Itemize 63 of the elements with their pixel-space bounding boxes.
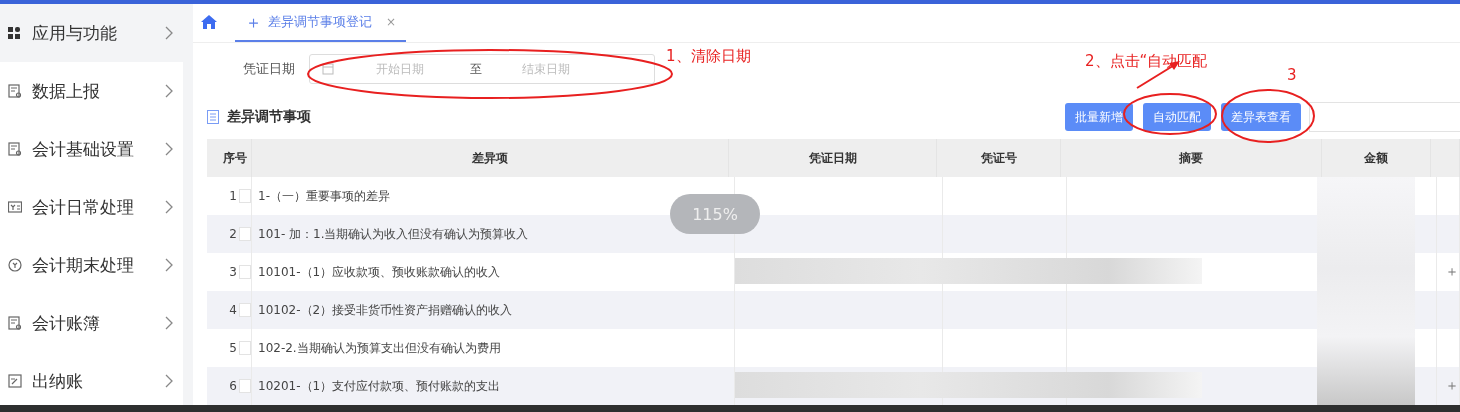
- sidebar-item[interactable]: 数据上报: [0, 62, 183, 120]
- sidebar-item[interactable]: 会计基础设置: [0, 120, 183, 178]
- row-number: 4: [229, 303, 237, 317]
- column-header: 凭证号: [937, 139, 1061, 177]
- chevron-right-icon: [165, 84, 173, 98]
- sidebar-label: 应用与功能: [32, 21, 118, 45]
- row-number: 3: [229, 265, 237, 279]
- field-label: 凭证日期: [243, 60, 295, 78]
- list-icon: [207, 110, 219, 124]
- sidebar-item[interactable]: 会计期末处理: [0, 236, 183, 294]
- search-field[interactable]: [1309, 102, 1460, 132]
- table-cell: 10102-（2）接受非货币性资产捐赠确认的收入: [258, 301, 513, 319]
- chevron-right-icon: [165, 142, 173, 156]
- checkbox[interactable]: [239, 189, 251, 203]
- edit-icon: [8, 374, 22, 388]
- add-link[interactable]: ＋: [1437, 377, 1459, 395]
- add-link[interactable]: ＋: [1437, 263, 1459, 281]
- zoom-badge: 115%: [670, 194, 760, 234]
- checkbox[interactable]: [239, 379, 251, 393]
- sidebar-label: 会计日常处理: [32, 195, 135, 219]
- row-number: 2: [229, 227, 237, 241]
- sidebar-label: 数据上报: [32, 79, 101, 103]
- chevron-right-icon: [165, 316, 173, 330]
- row-number: 1: [229, 189, 237, 203]
- card-icon: [8, 200, 22, 214]
- sidebar-item[interactable]: 会计账簿: [0, 294, 183, 352]
- calendar-icon: [322, 63, 334, 75]
- home-icon[interactable]: [201, 15, 217, 29]
- checkbox[interactable]: [239, 303, 251, 317]
- sidebar-label: 会计基础设置: [32, 137, 135, 161]
- tab[interactable]: ＋ 差异调节事项登记 ×: [235, 4, 407, 42]
- row-number: 6: [229, 379, 237, 393]
- checkbox[interactable]: [239, 341, 251, 355]
- sidebar-item[interactable]: 出纳账: [0, 352, 183, 410]
- chevron-right-icon: [165, 26, 173, 40]
- table-cell: 10101-（1）应收款项、预收账款确认的收入: [258, 263, 501, 281]
- table-cell: 1-（一）重要事项的差异: [258, 187, 390, 205]
- chevron-right-icon: [165, 200, 173, 214]
- checkbox[interactable]: [239, 265, 251, 279]
- annotation-text: 1、清除日期: [666, 47, 751, 66]
- annotation-text: 3: [1287, 66, 1297, 84]
- sidebar-label: 会计期末处理: [32, 253, 135, 277]
- document-icon: [8, 316, 22, 330]
- sidebar-label: 出纳账: [32, 369, 84, 393]
- clock-icon: [8, 258, 22, 272]
- chevron-right-icon: [165, 258, 173, 272]
- sidebar-item[interactable]: 会计日常处理: [0, 178, 183, 236]
- chevron-right-icon: [165, 374, 173, 388]
- column-header: 凭证日期: [729, 139, 937, 177]
- checkbox[interactable]: [239, 227, 251, 241]
- table-cell: 101- 加：1.当期确认为收入但没有确认为预算收入: [258, 225, 529, 243]
- row-number: 5: [229, 341, 237, 355]
- section-title: 差异调节事项: [227, 108, 311, 126]
- column-header: 差异项: [252, 139, 729, 177]
- grid-icon: [8, 26, 22, 40]
- date-range-field[interactable]: 开始日期 至 结束日期: [309, 54, 655, 84]
- sidebar-label: 会计账簿: [32, 311, 101, 335]
- document-icon: [8, 142, 22, 156]
- column-header: 序号: [207, 139, 252, 177]
- table-cell: 102-2.当期确认为预算支出但没有确认为费用: [258, 339, 501, 357]
- document-icon: [8, 84, 22, 98]
- sidebar-item[interactable]: 应用与功能: [0, 4, 183, 62]
- table-cell: 10201-（1）支付应付款项、预付账款的支出: [258, 377, 501, 395]
